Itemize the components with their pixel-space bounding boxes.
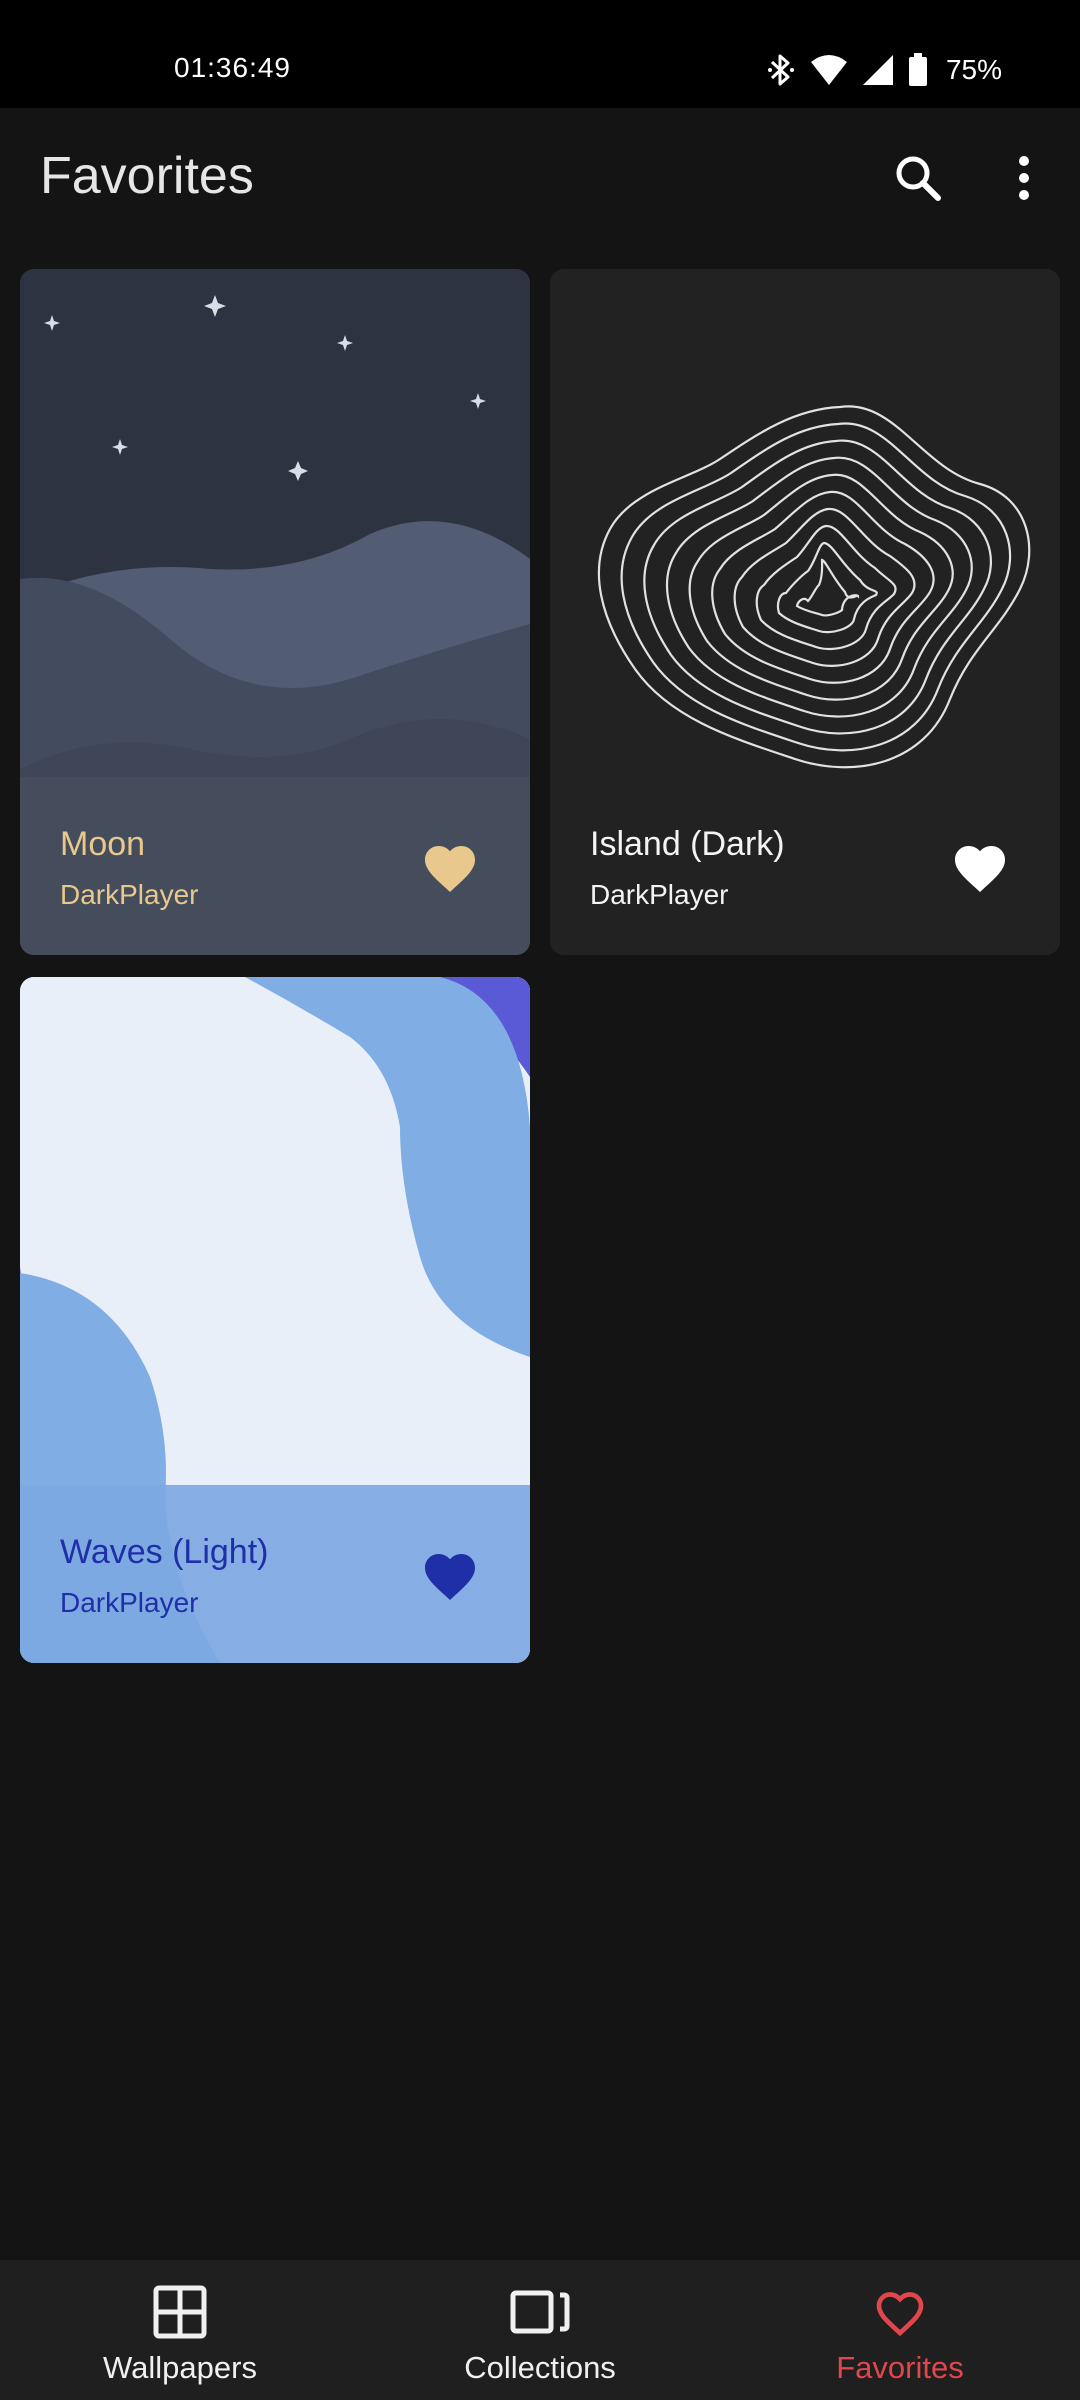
nav-item-favorites[interactable]: Favorites <box>720 2260 1080 2400</box>
heart-filled-icon <box>425 1554 475 1600</box>
card-info: Waves (Light) DarkPlayer <box>20 1485 530 1663</box>
wallpaper-author: DarkPlayer <box>60 1587 199 1618</box>
signal-icon <box>862 54 894 86</box>
bottom-navigation: Wallpapers Collections Favorites <box>0 2260 1080 2400</box>
nav-label: Wallpapers <box>103 2350 257 2385</box>
more-options-button[interactable] <box>992 148 1056 212</box>
heart-filled-icon <box>955 846 1005 892</box>
card-info: Island (Dark) DarkPlayer <box>550 777 1060 955</box>
heart-outline-icon <box>870 2284 930 2340</box>
top-app-bar: Favorites <box>0 108 1080 258</box>
wallpaper-card-island-dark[interactable]: Island (Dark) DarkPlayer <box>550 269 1060 955</box>
nav-label: Collections <box>464 2350 616 2385</box>
search-icon <box>893 153 943 208</box>
more-vert-icon <box>1017 155 1031 206</box>
wallpaper-title: Moon <box>60 825 146 863</box>
nav-item-collections[interactable]: Collections <box>360 2260 720 2400</box>
wallpaper-author: DarkPlayer <box>60 879 199 910</box>
nav-item-wallpapers[interactable]: Wallpapers <box>0 2260 360 2400</box>
card-info: Moon DarkPlayer <box>20 777 530 955</box>
search-button[interactable] <box>886 148 950 212</box>
wallpaper-title: Waves (Light) <box>60 1533 269 1571</box>
bluetooth-icon <box>766 53 796 87</box>
nav-label: Favorites <box>836 2350 964 2385</box>
status-time: 01:36:49 <box>174 52 291 83</box>
wifi-icon <box>810 54 848 86</box>
battery-percent: 75% <box>945 54 1002 85</box>
status-icons: 75% <box>766 50 1002 90</box>
grid-icon <box>150 2284 210 2340</box>
wallpaper-card-waves-light[interactable]: Waves (Light) DarkPlayer <box>20 977 530 1663</box>
wallpaper-card-moon[interactable]: Moon DarkPlayer <box>20 269 530 955</box>
heart-filled-icon <box>425 846 475 892</box>
favorite-button[interactable] <box>420 1547 480 1603</box>
wallpaper-author: DarkPlayer <box>590 879 729 910</box>
battery-icon <box>908 53 928 87</box>
favorite-button[interactable] <box>420 839 480 895</box>
page-title: Favorites <box>40 147 254 205</box>
collections-icon <box>510 2284 570 2340</box>
status-bar: 01:36:49 75% <box>0 0 1080 108</box>
favorite-button[interactable] <box>950 839 1010 895</box>
wallpaper-title: Island (Dark) <box>590 825 785 863</box>
